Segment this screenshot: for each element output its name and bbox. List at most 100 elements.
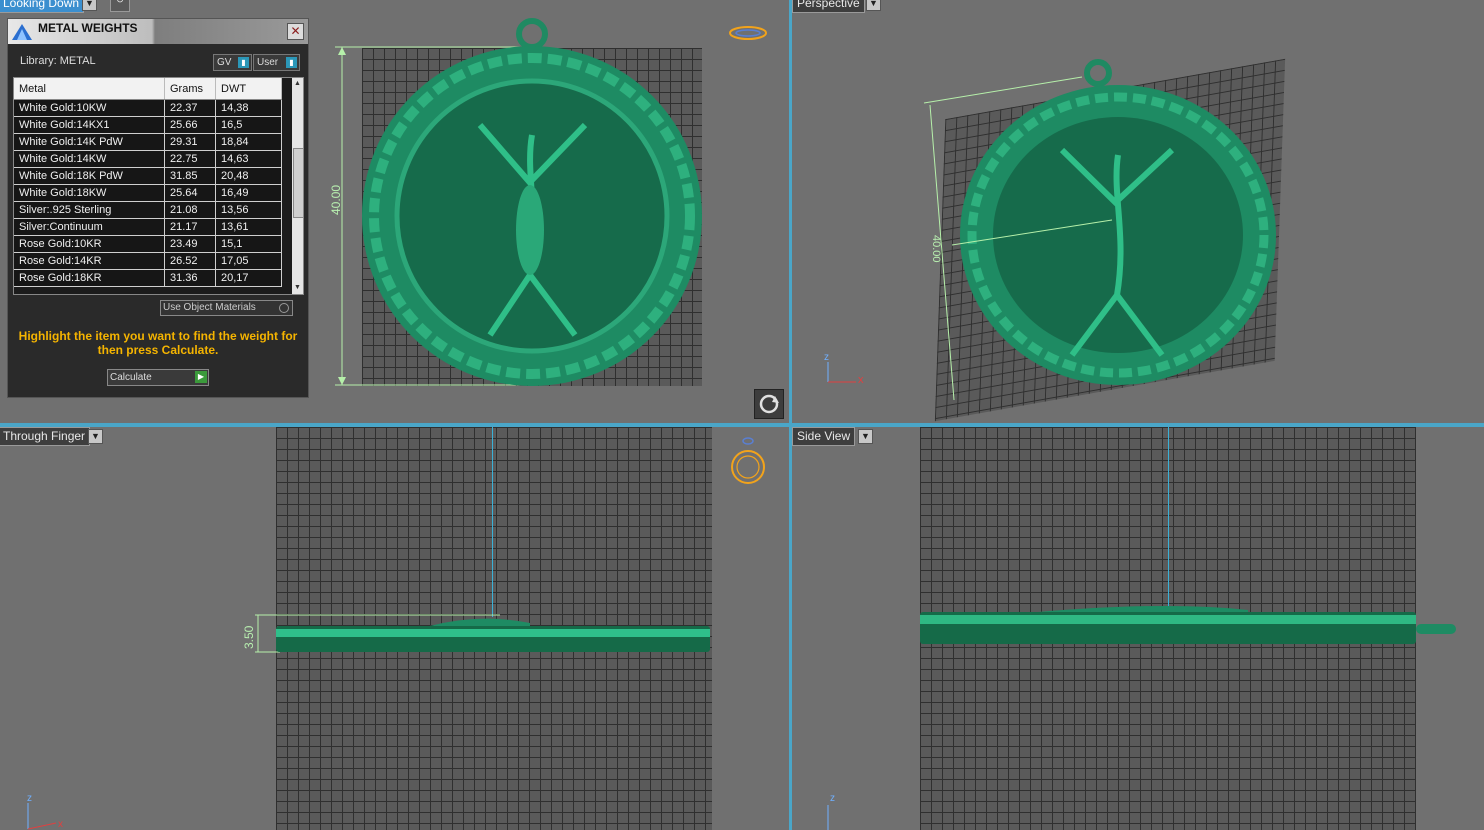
table-row[interactable]: Silver:.925 Sterling 21.08 13,56	[14, 201, 282, 219]
library-label: Library: METAL	[20, 55, 96, 67]
viewport-dropdown-looking-down[interactable]: ▼	[82, 0, 97, 11]
table-row[interactable]: Rose Gold:18KR 31.36 20,17	[14, 269, 282, 287]
ring-orientation-icon[interactable]	[728, 22, 768, 44]
pendant-top-view	[335, 18, 702, 386]
pendant-perspective-view	[923, 59, 1276, 401]
axis-z-label: z	[824, 352, 829, 363]
scroll-down-icon[interactable]: ▼	[292, 282, 303, 294]
pendant-through-finger-view	[255, 614, 710, 653]
close-icon: ✕	[290, 24, 301, 38]
axis-x-label: x	[58, 819, 63, 830]
rotate-view-button[interactable]	[754, 389, 784, 419]
table-row[interactable]: White Gold:18KW 25.64 16,49	[14, 184, 282, 202]
perspective-dimension-label: 40.00	[930, 235, 942, 263]
play-icon: ▶	[195, 371, 207, 383]
cell-dwt: 20,48	[215, 167, 282, 185]
cell-dwt: 16,49	[215, 184, 282, 202]
column-header-metal[interactable]: Metal	[14, 78, 165, 100]
axis-z-label: z	[27, 793, 32, 804]
table-row[interactable]: White Gold:18K PdW 31.85 20,48	[14, 167, 282, 185]
cell-metal: White Gold:14K PdW	[14, 133, 165, 151]
viewport-label-through-finger[interactable]: Through Finger	[0, 427, 91, 446]
cell-grams: 22.37	[164, 99, 216, 117]
cell-metal: Rose Gold:14KR	[14, 252, 165, 270]
viewport-dropdown-perspective[interactable]: ▼	[866, 0, 881, 11]
table-row[interactable]: White Gold:14KX1 25.66 16,5	[14, 116, 282, 134]
dialog-title: METAL WEIGHTS	[38, 21, 138, 35]
cell-grams: 26.52	[164, 252, 216, 270]
cell-dwt: 13,61	[215, 218, 282, 236]
height-dimension-label: 40.00	[329, 184, 343, 215]
viewport-dropdown-side-view[interactable]: ▼	[858, 429, 873, 444]
close-button[interactable]: ✕	[287, 23, 304, 40]
use-object-materials-label: Use Object Materials	[163, 302, 256, 313]
scroll-thumb[interactable]	[293, 148, 303, 218]
table-header-row: Metal Grams DWT	[14, 78, 282, 100]
cell-dwt: 15,1	[215, 235, 282, 253]
user-toggle[interactable]: User ▮	[253, 54, 300, 71]
radio-icon	[279, 303, 289, 313]
dialog-title-bar[interactable]: METAL WEIGHTS ✕	[8, 19, 308, 44]
gv-indicator-icon: ▮	[238, 57, 249, 68]
cell-metal: Rose Gold:10KR	[14, 235, 165, 253]
axis-triad	[827, 362, 856, 383]
metal-table[interactable]: Metal Grams DWT White Gold:10KW 22.37 14,3…	[13, 77, 304, 295]
metal-weights-dialog: METAL WEIGHTS ✕ Library: METAL GV ▮ User ▮…	[7, 18, 309, 398]
calculate-label: Calculate	[110, 372, 152, 383]
cell-grams: 29.31	[164, 133, 216, 151]
viewport-perspective[interactable]: 40.00 x z Perspective ▼	[792, 0, 1484, 423]
viewport-divider-vertical[interactable]	[789, 0, 792, 830]
cell-metal: White Gold:14KX1	[14, 116, 165, 134]
cell-grams: 31.85	[164, 167, 216, 185]
table-row[interactable]: White Gold:10KW 22.37 14,38	[14, 99, 282, 117]
table-row[interactable]: Rose Gold:14KR 26.52 17,05	[14, 252, 282, 270]
viewport-side-view[interactable]: z Side View ▼	[792, 427, 1484, 830]
cell-grams: 25.66	[164, 116, 216, 134]
app-logo-icon	[12, 24, 32, 40]
axis-x-label: x	[858, 374, 864, 386]
viewport-through-finger[interactable]: 3.50 z x Through Finger ▼	[0, 427, 789, 830]
scroll-up-icon[interactable]: ▲	[292, 78, 303, 90]
table-scrollbar[interactable]: ▲ ▼	[292, 78, 303, 294]
cell-grams: 22.75	[164, 150, 216, 168]
viewport-label-perspective[interactable]: Perspective	[792, 0, 865, 13]
column-header-grams[interactable]: Grams	[164, 78, 216, 100]
instruction-text: Highlight the item you want to find the …	[18, 329, 298, 357]
table-row[interactable]: White Gold:14KW 22.75 14,63	[14, 150, 282, 168]
cell-metal: White Gold:14KW	[14, 150, 165, 168]
cell-metal: Silver:.925 Sterling	[14, 201, 165, 219]
viewport-divider-horizontal[interactable]	[0, 423, 1484, 427]
cell-metal: White Gold:10KW	[14, 99, 165, 117]
rotate-icon	[759, 394, 779, 414]
cell-metal: White Gold:18K PdW	[14, 167, 165, 185]
viewport-label-side-view[interactable]: Side View	[792, 427, 856, 446]
column-header-dwt[interactable]: DWT	[215, 78, 282, 100]
cell-grams: 21.17	[164, 218, 216, 236]
cell-dwt: 17,05	[215, 252, 282, 270]
calculate-button[interactable]: Calculate ▶	[107, 369, 209, 386]
use-object-materials-button[interactable]: Use Object Materials	[160, 300, 293, 316]
table-body: White Gold:10KW 22.37 14,38 White Gold:14KX…	[14, 99, 282, 287]
cursor-vertical-line	[1168, 427, 1169, 607]
thickness-dimension-label: 3.50	[242, 625, 256, 649]
table-row[interactable]: White Gold:14K PdW 29.31 18,84	[14, 133, 282, 151]
view-tool-icon[interactable]: ↻	[110, 0, 130, 12]
table-row[interactable]: Rose Gold:10KR 23.49 15,1	[14, 235, 282, 253]
table-row[interactable]: Silver:Continuum 21.17 13,61	[14, 218, 282, 236]
cell-dwt: 18,84	[215, 133, 282, 151]
axis-z-label: z	[830, 793, 835, 804]
cell-dwt: 20,17	[215, 269, 282, 287]
ring-orientation-icon[interactable]	[728, 435, 770, 489]
cell-dwt: 13,56	[215, 201, 282, 219]
cell-metal: Silver:Continuum	[14, 218, 165, 236]
cell-dwt: 14,38	[215, 99, 282, 117]
cell-grams: 25.64	[164, 184, 216, 202]
cell-grams: 21.08	[164, 201, 216, 219]
cell-dwt: 16,5	[215, 116, 282, 134]
gv-toggle[interactable]: GV ▮	[213, 54, 252, 71]
cell-metal: Rose Gold:18KR	[14, 269, 165, 287]
cell-dwt: 14,63	[215, 150, 282, 168]
gv-label: GV	[217, 57, 232, 68]
viewport-label-looking-down[interactable]: Looking Down	[0, 0, 85, 13]
viewport-dropdown-through-finger[interactable]: ▼	[88, 429, 103, 444]
